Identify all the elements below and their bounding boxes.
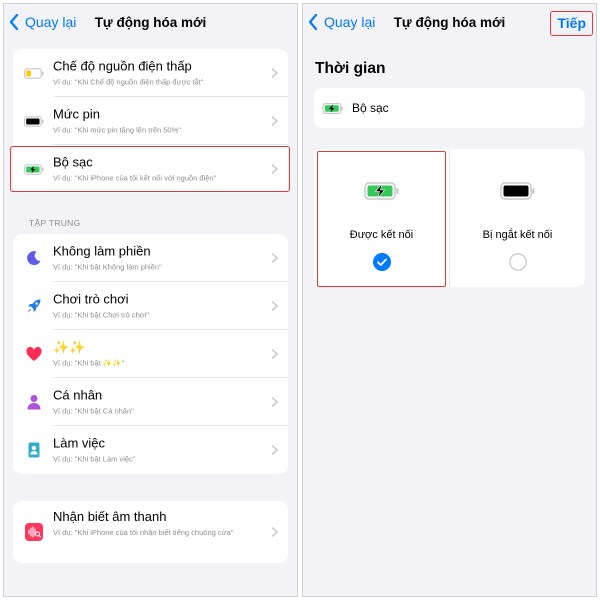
battery-icon	[450, 182, 585, 200]
left-screen: Quay lại Tự động hóa mới Chế độ nguồn đi…	[3, 3, 298, 597]
power-triggers-group: Chế độ nguồn điện thấp Ví dụ: "Khi Chế đ…	[10, 49, 290, 193]
chevron-right-icon	[271, 396, 278, 408]
section-header-focus: TẬP TRUNG	[29, 218, 81, 228]
chevron-right-icon	[271, 115, 278, 127]
chevron-right-icon	[271, 300, 278, 312]
row-title: Không làm phiền	[53, 243, 151, 259]
chevron-left-icon	[9, 14, 19, 30]
option-label: Được kết nối	[349, 229, 414, 241]
list-item-personal[interactable]: Cá nhân Ví dụ: "Khi bật Cá nhân"	[13, 378, 288, 426]
low-power-battery-icon	[24, 65, 44, 81]
row-subtitle: Ví dụ: "Khi iPhone của tôi nhận biết tiế…	[53, 528, 234, 537]
list-item-charger[interactable]: Bộ sạc Ví dụ: "Khi iPhone của tôi kết nố…	[10, 145, 290, 193]
sound-triggers-group: Nhận biết âm thanh Ví dụ: "Khi iPhone củ…	[13, 501, 288, 563]
moon-icon	[24, 250, 44, 266]
chevron-right-icon	[271, 163, 278, 175]
back-button[interactable]: Quay lại	[9, 14, 76, 30]
nav-bar: Quay lại Tự động hóa mới Tiếp	[302, 3, 597, 43]
row-title: Chế độ nguồn điện thấp	[53, 58, 192, 74]
chevron-right-icon	[271, 348, 278, 360]
list-item-gaming[interactable]: Chơi trò chơi Ví dụ: "Khi bật Chơi trò c…	[13, 282, 288, 330]
back-label: Quay lại	[324, 14, 376, 30]
chevron-right-icon	[271, 252, 278, 264]
checkmark-circle-icon	[372, 253, 391, 271]
next-button[interactable]: Tiếp	[550, 11, 593, 36]
row-title: Nhận biết âm thanh	[53, 509, 167, 524]
nav-bar: Quay lại Tự động hóa mới	[3, 3, 298, 43]
list-item-sound-recognition[interactable]: Nhận biết âm thanh Ví dụ: "Khi iPhone củ…	[13, 501, 288, 563]
heart-icon	[24, 346, 44, 362]
list-item-do-not-disturb[interactable]: Không làm phiền Ví dụ: "Khi bật Không là…	[13, 234, 288, 282]
charging-battery-icon	[314, 182, 449, 200]
list-item-low-power-mode[interactable]: Chế độ nguồn điện thấp Ví dụ: "Khi Chế đ…	[13, 49, 288, 97]
row-subtitle: Ví dụ: "Khi bật Không làm phiền"	[53, 262, 162, 272]
row-subtitle: Ví dụ: "Khi iPhone của tôi kết nối với n…	[53, 173, 217, 183]
radio-empty-icon	[508, 253, 527, 271]
option-label: Bị ngắt kết nối	[482, 229, 553, 241]
list-item-custom-focus[interactable]: ✨✨ Ví dụ: "Khi bật ✨✨"	[13, 330, 288, 378]
chevron-right-icon	[271, 67, 278, 79]
row-title: Chơi trò chơi	[53, 291, 129, 307]
sound-recognition-icon	[24, 523, 44, 541]
option-connected[interactable]: Được kết nối	[314, 149, 449, 287]
option-disconnected[interactable]: Bị ngắt kết nối	[450, 149, 585, 287]
row-subtitle: Ví dụ: "Khi mức pin tăng lên trên 50%"	[53, 125, 181, 135]
row-subtitle: Ví dụ: "Khi bật Làm việc"	[53, 454, 136, 464]
row-subtitle: Ví dụ: "Khi bật Chơi trò chơi"	[53, 310, 150, 320]
section-title: Thời gian	[315, 60, 386, 77]
row-subtitle: Ví dụ: "Khi bật Cá nhân"	[53, 406, 134, 416]
row-subtitle: Ví dụ: "Khi Chế độ nguồn điện thấp được …	[53, 77, 204, 87]
row-title: Mức pin	[53, 106, 100, 122]
list-item-work[interactable]: Làm việc Ví dụ: "Khi bật Làm việc"	[13, 426, 288, 474]
chevron-right-icon	[271, 444, 278, 456]
back-label: Quay lại	[25, 14, 77, 30]
battery-level-icon	[24, 113, 44, 129]
list-item-battery-level[interactable]: Mức pin Ví dụ: "Khi mức pin tăng lên trê…	[13, 97, 288, 145]
row-subtitle: Ví dụ: "Khi bật ✨✨"	[53, 358, 125, 368]
person-icon	[24, 394, 44, 410]
trigger-label: Bộ sạc	[352, 101, 389, 115]
rocket-icon	[24, 298, 44, 314]
back-button[interactable]: Quay lại	[308, 14, 375, 30]
charging-battery-icon	[24, 161, 44, 177]
badge-icon	[24, 442, 44, 458]
row-title: Cá nhân	[53, 387, 103, 403]
trigger-summary: Bộ sạc	[314, 88, 585, 128]
chevron-right-icon	[271, 526, 278, 538]
charging-battery-icon	[322, 100, 346, 116]
focus-triggers-group: Không làm phiền Ví dụ: "Khi bật Không là…	[13, 234, 288, 474]
row-title: ✨✨	[53, 339, 86, 355]
connection-options: Được kết nối Bị ngắt kết nối	[314, 149, 585, 287]
chevron-left-icon	[308, 14, 318, 30]
row-title: Bộ sạc	[53, 154, 93, 170]
right-screen: Quay lại Tự động hóa mới Tiếp Thời gian …	[302, 3, 597, 597]
row-title: Làm việc	[53, 435, 106, 451]
